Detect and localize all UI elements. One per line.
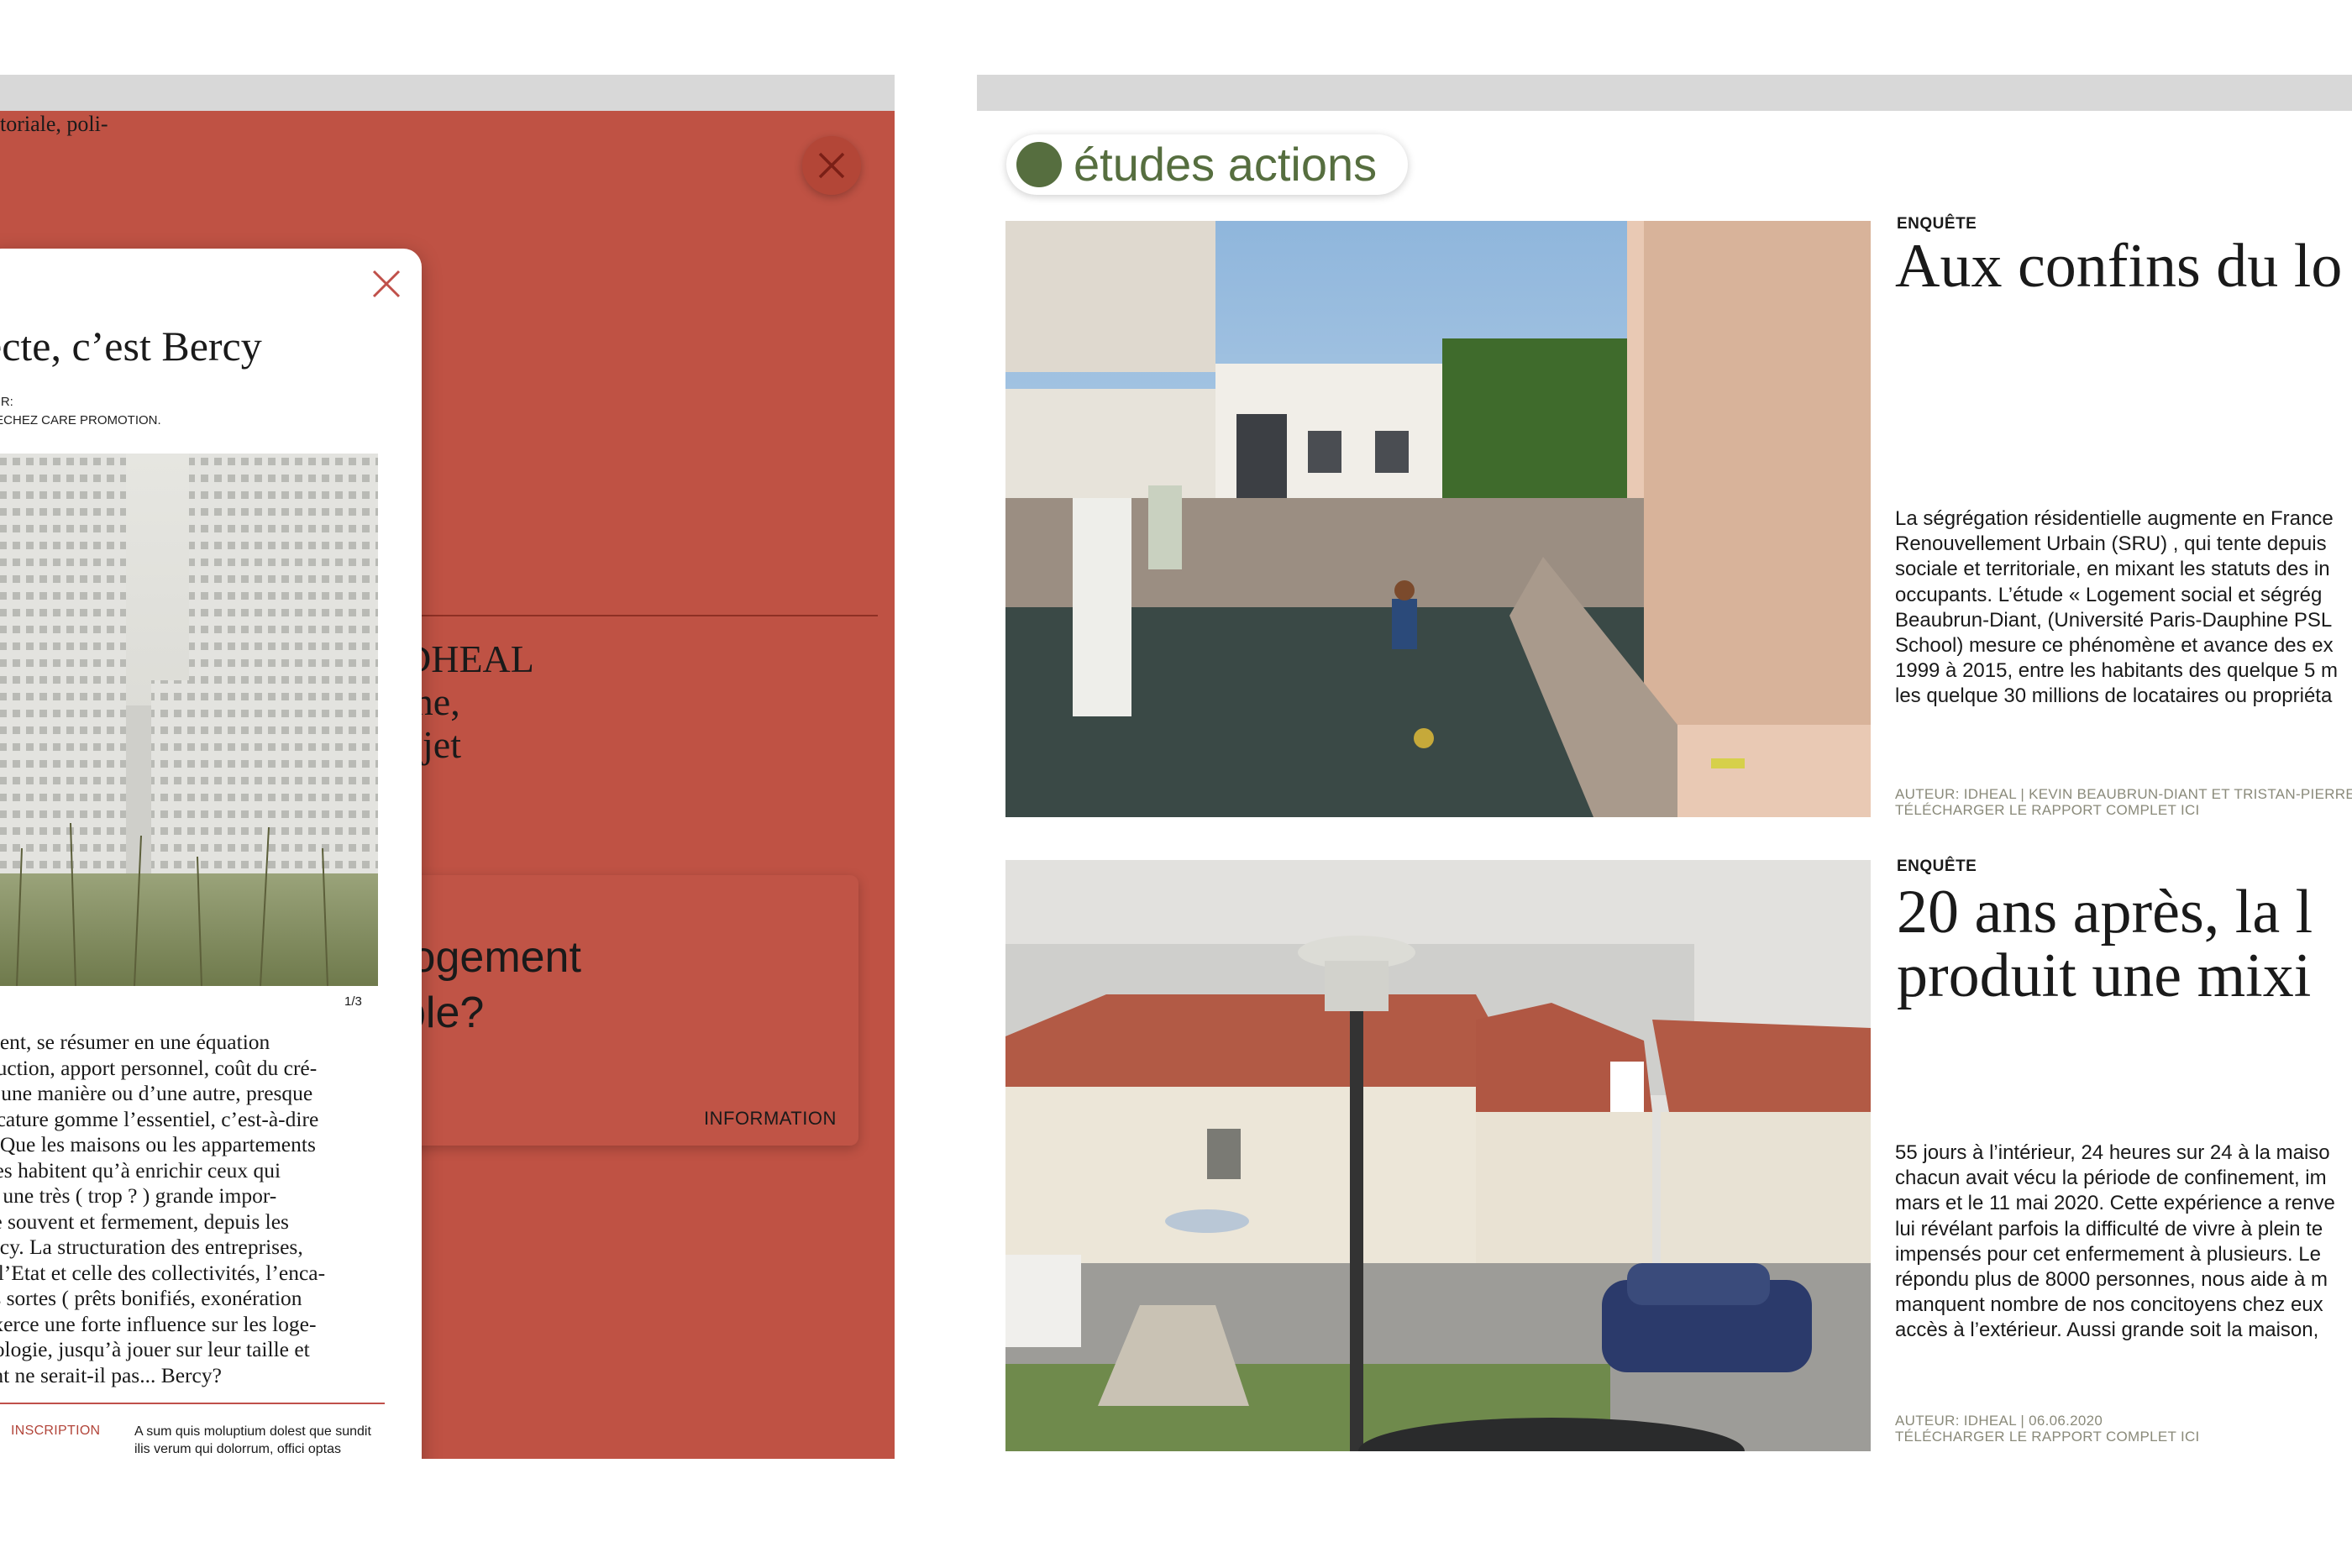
section-pill[interactable]: études actions [1006,134,1408,195]
article-2-text: 55 jours à l’intérieur, 24 heures sur 24… [1895,1141,2335,1342]
information-card-title: logement ble? [402,933,581,1037]
right-page-content: études actions ENQUÊTE Aux confins du lo… [977,111,2352,1459]
section-label: études actions [1074,138,1378,191]
left-page-content: toriale, poli- DHEAL ine, ojet logement … [0,111,895,1459]
inscription-link[interactable]: INSCRIPTION [11,1424,100,1439]
close-icon [818,152,845,179]
modal-author-meta: EUR: S ECHEZ CARE PROMOTION. [0,395,161,427]
article-1-kicker: ENQUÊTE [1897,215,1977,233]
modal-title: ecte, c’est Bercy [0,323,262,370]
background-heading: DHEAL ine, ojet [403,637,534,766]
modal-body-text: ment, se résumer en une équation tructio… [0,1030,326,1387]
modal-close-icon[interactable] [371,269,402,299]
article-1-title[interactable]: Aux confins du lo [1895,234,2342,298]
article-2-title[interactable]: 20 ans après, la l produit une mixi [1897,880,2313,1008]
green-dot-icon [1016,142,1062,187]
modal-footnote: A sum quis moluptium dolest que sundit i… [134,1424,371,1456]
tower-photo[interactable] [0,454,378,986]
modal-divider [0,1403,385,1404]
information-label[interactable]: INFORMATION [704,1108,837,1130]
article-1-photo[interactable] [1005,221,1871,817]
photo-page-counter: 1/3 [344,994,362,1009]
article-1-text: La ségrégation résidentielle augmente en… [1895,507,2339,708]
right-browser-window: études actions ENQUÊTE Aux confins du lo… [977,75,2352,1459]
article-2-photo[interactable] [1005,860,1871,1451]
background-close-button[interactable] [802,136,861,195]
divider [395,615,878,616]
left-browser-window: toriale, poli- DHEAL ine, ojet logement … [0,75,895,1459]
article-2-kicker: ENQUÊTE [1897,857,1977,875]
article-1-footer[interactable]: AUTEUR: IDHEAL | KEVIN BEAUBRUN-DIANT ET… [1895,786,2352,818]
background-text-fragment: toriale, poli- [0,112,108,136]
article-2-footer[interactable]: AUTEUR: IDHEAL | 06.06.2020 TÉLÉCHARGER … [1895,1413,2200,1445]
article-modal: ecte, c’est Bercy EUR: S ECHEZ CARE PROM… [0,249,422,1459]
